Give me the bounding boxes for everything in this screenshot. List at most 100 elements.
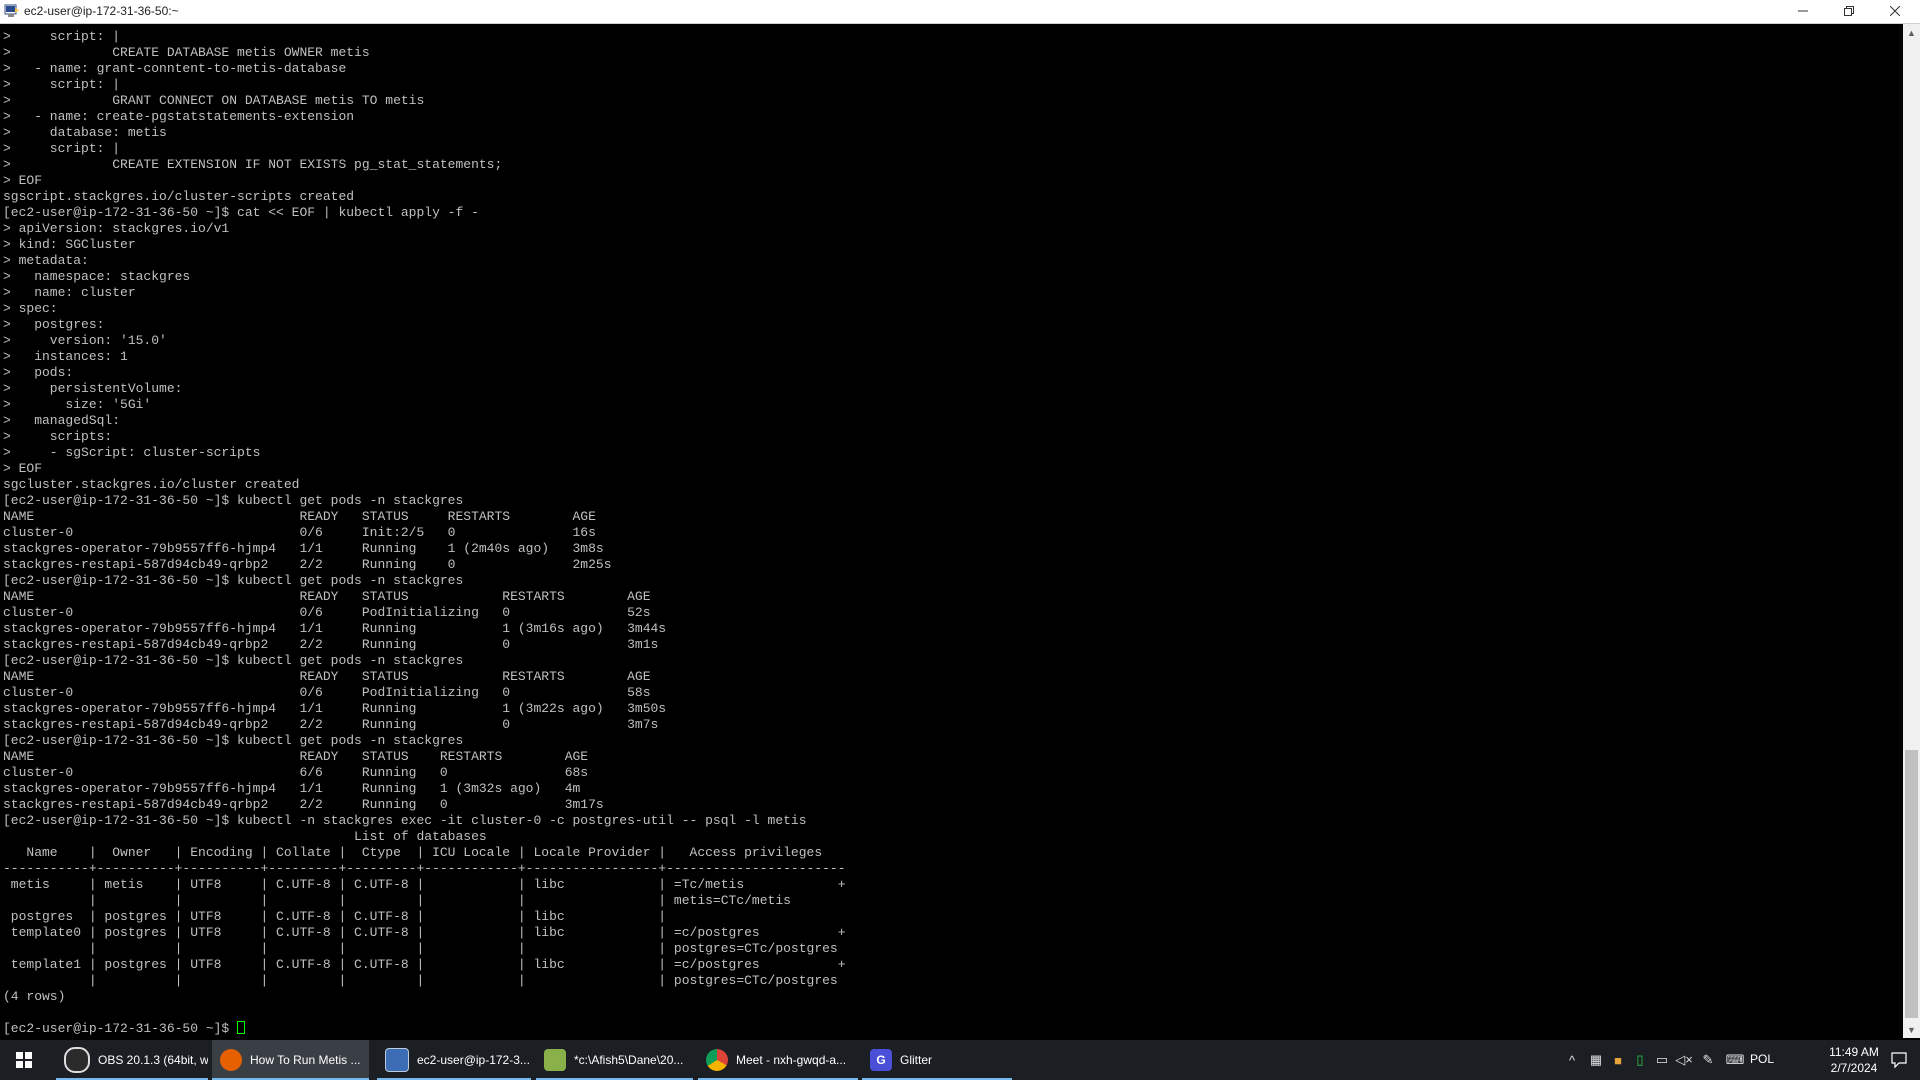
pen-icon[interactable]: ✎ (1700, 1052, 1716, 1068)
terminal-line: [ec2-user@ip-172-31-36-50 ~]$ kubectl ge… (3, 573, 464, 588)
clock-time[interactable]: 11:49 AM (1824, 1045, 1884, 1059)
terminal-line: [ec2-user@ip-172-31-36-50 ~]$ cat << EOF… (3, 205, 479, 220)
taskbar-item-label: OBS 20.1.3 (64bit, w... (98, 1053, 208, 1067)
terminal-line: > instances: 1 (3, 349, 128, 364)
terminal-line: sgcluster.stackgres.io/cluster created (3, 477, 300, 492)
terminal-line: > EOF (3, 173, 43, 188)
terminal-line: cluster-0 0/6 Init:2/5 0 16s (3, 525, 596, 540)
terminal-output[interactable]: > script: | > CREATE DATABASE metis OWNER… (0, 24, 1903, 1038)
terminal-line: > persistentVolume: (3, 381, 183, 396)
close-icon (1890, 6, 1900, 16)
taskbar-item-label: ec2-user@ip-172-3... (417, 1053, 530, 1067)
terminal-line: NAME READY STATUS RESTARTS AGE (3, 509, 596, 524)
terminal-line: [ec2-user@ip-172-31-36-50 ~]$ kubectl ge… (3, 733, 464, 748)
taskbar-item-label: Glitter (900, 1053, 933, 1067)
taskbar-item-firefox[interactable]: How To Run Metis ... (212, 1040, 369, 1080)
taskbar-item-glitter[interactable]: G Glitter (862, 1040, 1012, 1080)
terminal-line: stackgres-restapi-587d94cb49-qrbp2 2/2 R… (3, 797, 604, 812)
terminal-line: > database: metis (3, 125, 167, 140)
notepad-plus-icon (544, 1049, 566, 1071)
terminal-line: stackgres-restapi-587d94cb49-qrbp2 2/2 R… (3, 717, 659, 732)
scroll-down-arrow-icon[interactable]: ▼ (1903, 1021, 1920, 1038)
volume-muted-icon[interactable]: ◁× (1675, 1052, 1693, 1068)
terminal-line: > name: cluster (3, 285, 136, 300)
terminal-line: stackgres-operator-79b9557ff6-hjmp4 1/1 … (3, 781, 581, 796)
notifications-icon[interactable] (1890, 1051, 1908, 1069)
terminal-line: [ec2-user@ip-172-31-36-50 ~]$ kubectl ge… (3, 653, 464, 668)
terminal-line: [ec2-user@ip-172-31-36-50 ~]$ kubectl -n… (3, 813, 807, 828)
putty-app-icon[interactable] (4, 4, 20, 18)
terminal-line: (4 rows) (3, 989, 66, 1004)
taskbar-item-chrome[interactable]: Meet - nxh-gwqd-a... (698, 1040, 858, 1080)
terminal-line: > CREATE EXTENSION IF NOT EXISTS pg_stat… (3, 157, 503, 172)
terminal-line: > GRANT CONNECT ON DATABASE metis TO met… (3, 93, 425, 108)
terminal-line: NAME READY STATUS RESTARTS AGE (3, 669, 651, 684)
battery-monitor-icon[interactable]: ▯ (1632, 1052, 1648, 1068)
input-language[interactable]: POL (1750, 1052, 1774, 1066)
taskbar-item-label: *c:\Afish5\Dane\20... (574, 1053, 684, 1067)
keyboard-icon[interactable]: ⌨ (1724, 1052, 1746, 1068)
terminal-line: cluster-0 0/6 PodInitializing 0 58s (3, 685, 651, 700)
terminal-line: [ec2-user@ip-172-31-36-50 ~]$ kubectl ge… (3, 493, 464, 508)
terminal-line: > - name: create-pgstatstatements-extens… (3, 109, 355, 124)
terminal-line: stackgres-operator-79b9557ff6-hjmp4 1/1 … (3, 701, 667, 716)
minimize-button[interactable] (1780, 0, 1826, 22)
folder-icon[interactable]: ■ (1610, 1052, 1626, 1068)
taskbar-item-putty[interactable]: ec2-user@ip-172-3... (377, 1040, 531, 1080)
taskbar-item-label: How To Run Metis ... (250, 1053, 361, 1067)
terminal-line: > scripts: (3, 429, 113, 444)
terminal-line: postgres | postgres | UTF8 | C.UTF-8 | C… (3, 909, 667, 924)
terminal-line: > script: | (3, 141, 121, 156)
terminal-line: > metadata: (3, 253, 89, 268)
terminal-line: > apiVersion: stackgres.io/v1 (3, 221, 230, 236)
terminal-line: > managedSql: (3, 413, 121, 428)
terminal-line: cluster-0 6/6 Running 0 68s (3, 765, 589, 780)
text-cursor (237, 1021, 246, 1034)
terminal-line: -----------+----------+----------+------… (3, 861, 846, 876)
chrome-icon (706, 1049, 728, 1071)
terminal-line: template1 | postgres | UTF8 | C.UTF-8 | … (3, 957, 846, 972)
glitter-icon: G (870, 1049, 892, 1071)
display-icon[interactable]: ▭ (1654, 1052, 1670, 1068)
taskbar-item-obs[interactable]: OBS 20.1.3 (64bit, w... (56, 1040, 208, 1080)
chevron-up-icon[interactable]: ^ (1564, 1052, 1580, 1068)
terminal-line: > postgres: (3, 317, 105, 332)
terminal-line: > EOF (3, 461, 43, 476)
terminal-prompt-line[interactable]: [ec2-user@ip-172-31-36-50 ~]$ (3, 1021, 846, 1037)
terminal-line: cluster-0 0/6 PodInitializing 0 52s (3, 605, 651, 620)
network-adapter-icon[interactable]: ▦ (1588, 1052, 1604, 1068)
vertical-scrollbar[interactable]: ▲ ▼ (1903, 24, 1920, 1038)
scrollbar-thumb[interactable] (1905, 750, 1918, 1018)
terminal-line: stackgres-restapi-587d94cb49-qrbp2 2/2 R… (3, 637, 659, 652)
terminal-line: | | | | | | | postgres=CTc/postgres (3, 941, 838, 956)
system-tray: ^ ▦ ■ ▯ ▭ ◁× ✎ ⌨ POL 11:49 AM 2/7/2024 (1560, 1040, 1920, 1080)
terminal-line: NAME READY STATUS RESTARTS AGE (3, 749, 589, 764)
putty-icon (385, 1048, 409, 1072)
terminal-line: List of databases (3, 829, 487, 844)
terminal-line: | | | | | | | postgres=CTc/postgres (3, 973, 838, 988)
windows-start-icon (16, 1052, 32, 1068)
terminal-line: NAME READY STATUS RESTARTS AGE (3, 589, 651, 604)
taskbar-item-notepad-plus[interactable]: *c:\Afish5\Dane\20... (536, 1040, 693, 1080)
terminal-line: stackgres-restapi-587d94cb49-qrbp2 2/2 R… (3, 557, 612, 572)
clock-date[interactable]: 2/7/2024 (1824, 1061, 1884, 1075)
scroll-up-arrow-icon[interactable]: ▲ (1903, 24, 1920, 41)
window-title-bar[interactable]: ec2-user@ip-172-31-36-50:~ (0, 0, 1920, 24)
terminal-prompt: [ec2-user@ip-172-31-36-50 ~]$ (3, 1021, 238, 1036)
terminal-line: > namespace: stackgres (3, 269, 191, 284)
close-button[interactable] (1872, 0, 1918, 22)
windows-taskbar: OBS 20.1.3 (64bit, w... How To Run Metis… (0, 1040, 1920, 1080)
terminal-line: sgscript.stackgres.io/cluster-scripts cr… (3, 189, 355, 204)
taskbar-item-label: Meet - nxh-gwqd-a... (736, 1053, 847, 1067)
terminal-line: metis | metis | UTF8 | C.UTF-8 | C.UTF-8… (3, 877, 846, 892)
start-button[interactable] (0, 1040, 48, 1080)
terminal-line: > pods: (3, 365, 74, 380)
obs-icon (64, 1047, 90, 1073)
terminal-line: Name | Owner | Encoding | Collate | Ctyp… (3, 845, 823, 860)
terminal-line: > script: | (3, 77, 121, 92)
terminal-line: > CREATE DATABASE metis OWNER metis (3, 45, 370, 60)
terminal-text: > script: | > CREATE DATABASE metis OWNER… (3, 29, 846, 1037)
restore-button[interactable] (1826, 0, 1872, 22)
terminal-line: > size: '5Gi' (3, 397, 152, 412)
